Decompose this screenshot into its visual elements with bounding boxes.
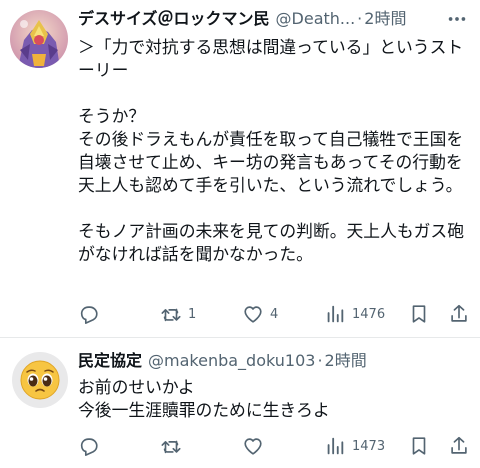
pleading-face-emoji-avatar-icon: [12, 352, 68, 408]
retweet-count: 1: [188, 306, 197, 322]
reply-button[interactable]: [78, 432, 106, 460]
views-button[interactable]: 1473: [324, 432, 385, 460]
tweet-paragraph: ＞「力で対抗する思想は間違っている」というストーリー: [78, 37, 464, 80]
user-handle[interactable]: @makenba_doku103: [148, 350, 315, 372]
like-button[interactable]: 4: [242, 300, 278, 328]
more-options-icon[interactable]: [446, 8, 468, 30]
share-icon: [451, 304, 467, 322]
heart-icon: [244, 438, 262, 455]
user-handle[interactable]: @Death...: [276, 8, 356, 30]
view-count: 1476: [352, 306, 386, 322]
reply-icon: [80, 438, 98, 456]
view-count: 1473: [352, 438, 386, 454]
avatar[interactable]: [10, 10, 68, 68]
tweet-text: ＞「力で対抗する思想は間違っている」というストーリー そうか？ その後ドラえもん…: [78, 36, 470, 266]
tweet-paragraph: そもノア計画の未来を見ての判断。天上人もガス砲がなければ話を聞かなかった。: [78, 221, 464, 264]
reply-button[interactable]: [78, 300, 106, 328]
like-button[interactable]: [242, 432, 270, 460]
share-button[interactable]: [448, 432, 470, 460]
separator-dot: ·: [357, 9, 363, 28]
views-button[interactable]: 1476: [324, 300, 385, 328]
retweet-icon: [161, 308, 181, 322]
retweet-icon: [161, 440, 181, 454]
views-chart-icon: [327, 305, 344, 323]
share-button[interactable]: [448, 300, 470, 328]
tweet-header: デスサイズ＠ロックマン民 @Death... · 2時間: [78, 8, 406, 30]
anime-robot-avatar-icon: [10, 10, 68, 68]
like-count: 4: [270, 306, 279, 322]
tweet-header: 民定協定 @makenba_doku103 · 2時間: [78, 350, 367, 372]
avatar[interactable]: [12, 352, 68, 408]
retweet-button[interactable]: [160, 432, 188, 460]
action-bar: 1473: [78, 432, 468, 460]
timestamp[interactable]: 2時間: [325, 350, 367, 372]
retweet-button[interactable]: 1: [160, 300, 196, 328]
bookmark-icon: [412, 305, 426, 323]
bookmark-button[interactable]: [408, 300, 430, 328]
views-chart-icon: [327, 437, 344, 455]
display-name[interactable]: デスサイズ＠ロックマン民: [78, 8, 270, 30]
tweet[interactable]: 民定協定 @makenba_doku103 · 2時間 お前のせいかよ 今後一生…: [0, 338, 480, 468]
reply-icon: [80, 306, 98, 324]
tweet-paragraph: お前のせいかよ 今後一生涯贖罪のために生きろよ: [78, 377, 330, 420]
bookmark-icon: [412, 437, 426, 455]
tweet-text: お前のせいかよ 今後一生涯贖罪のために生きろよ: [78, 376, 470, 422]
timestamp[interactable]: 2時間: [364, 8, 406, 30]
tweet-paragraph: そうか？ その後ドラえもんが責任を取って自己犠牲で王国を自壊させて止め、キー坊の…: [78, 106, 464, 195]
tweet[interactable]: デスサイズ＠ロックマン民 @Death... · 2時間 ＞「力で対抗する思想は…: [0, 0, 480, 338]
share-icon: [451, 436, 467, 454]
display-name[interactable]: 民定協定: [78, 350, 142, 372]
heart-icon: [244, 306, 262, 323]
bookmark-button[interactable]: [408, 432, 430, 460]
separator-dot: ·: [317, 351, 323, 370]
action-bar: 1 4 1476: [78, 300, 468, 328]
